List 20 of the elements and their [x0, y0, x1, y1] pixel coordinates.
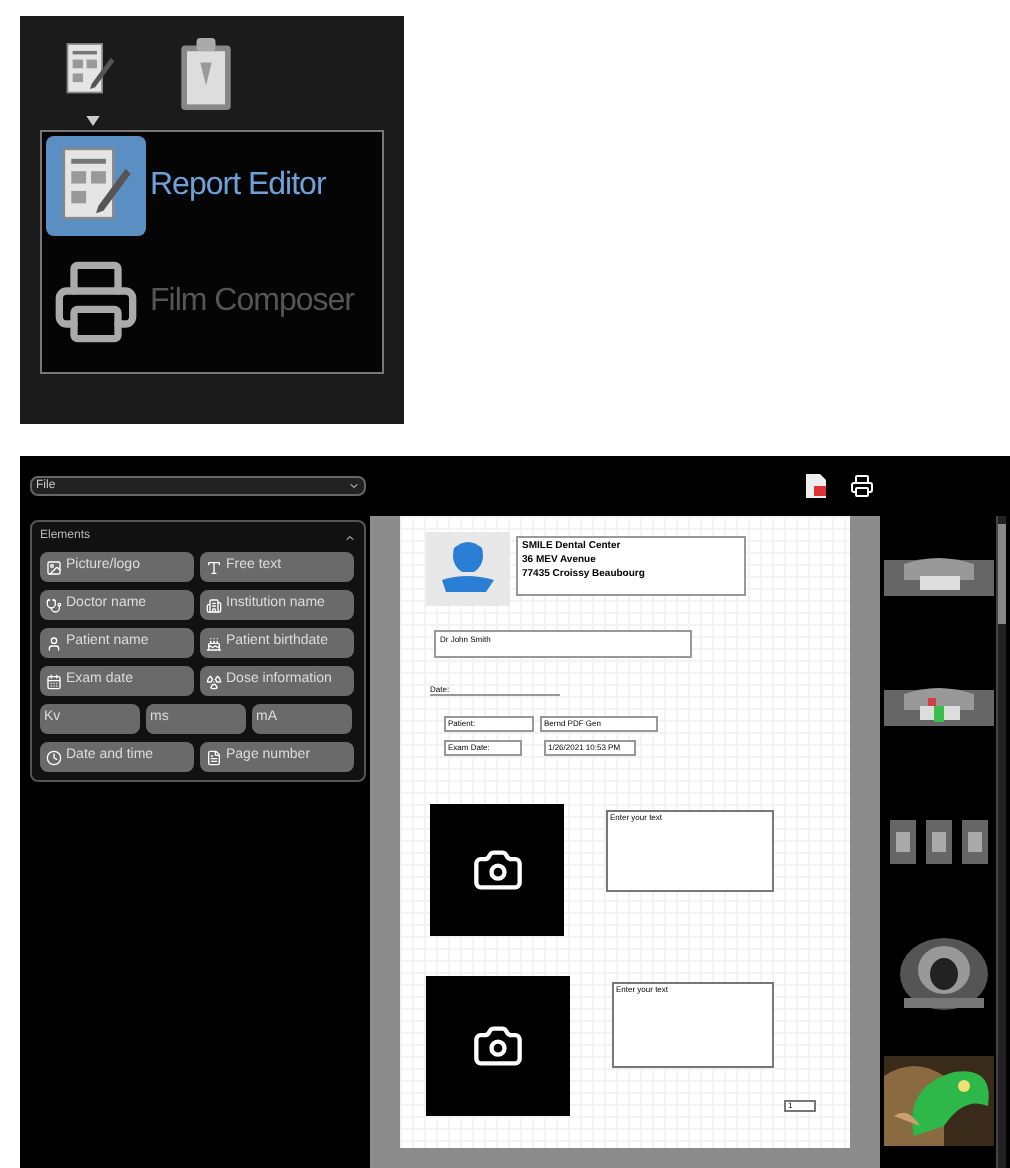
printer-icon[interactable] [850, 474, 874, 498]
menu-item[interactable]: Film Composer [46, 252, 378, 352]
dropdown-arrow-icon [85, 116, 99, 126]
radiation-icon [206, 673, 222, 689]
scrollbar[interactable] [996, 516, 1006, 1168]
chevron-down-icon [348, 480, 360, 492]
image-icon [46, 559, 62, 575]
printer-icon [52, 258, 140, 346]
calendar-icon [46, 673, 62, 689]
clipboard-icon[interactable] [176, 36, 236, 112]
person-icon [46, 635, 62, 651]
text-icon [206, 559, 222, 575]
clock-icon [46, 749, 62, 765]
logo [426, 532, 510, 606]
building-icon [206, 597, 222, 613]
document-icon [206, 749, 222, 765]
collapse-icon[interactable] [344, 531, 356, 543]
pdf-file-icon[interactable] [806, 474, 826, 498]
stethoscope-icon [46, 597, 62, 613]
menu-item[interactable]: Report Editor [46, 136, 378, 236]
